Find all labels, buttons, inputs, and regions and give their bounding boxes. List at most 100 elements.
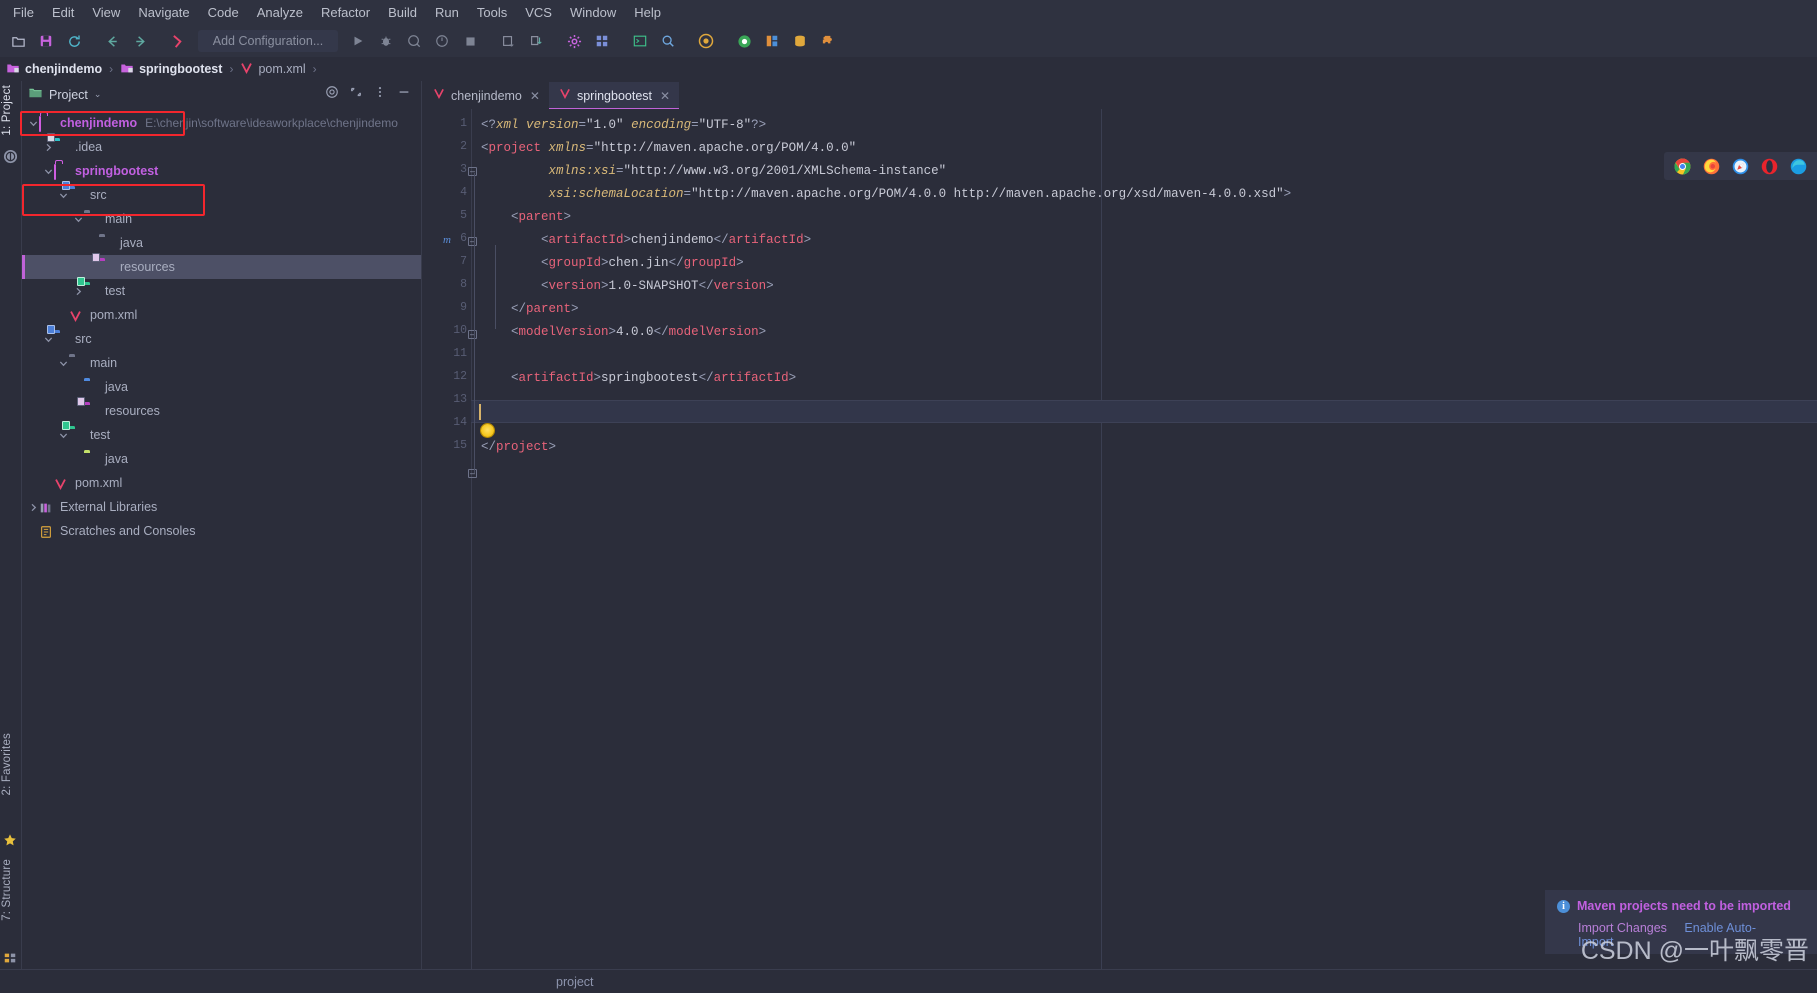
sidebar-item-structure[interactable]: 7: Structure [1, 859, 13, 921]
update-project-icon[interactable] [495, 28, 521, 54]
edge-icon[interactable] [1790, 158, 1807, 175]
editor-tab-chenjindemo[interactable]: chenjindemo ✕ [423, 82, 549, 109]
browser-chrome-toolbar-icon[interactable] [731, 28, 757, 54]
breadcrumb-item-springbootest[interactable]: springbootest [120, 61, 222, 78]
project-tree: chenjindemo E:\chenjin\software\ideaworkp… [22, 108, 421, 543]
tree-item-src[interactable]: src [22, 181, 421, 207]
tree-item-java[interactable]: java [22, 447, 421, 471]
chevron-right-icon[interactable] [43, 142, 54, 153]
close-icon[interactable]: ✕ [530, 89, 540, 103]
tree-item-chenjindemo[interactable]: chenjindemo E:\chenjin\software\ideaworkp… [22, 111, 421, 135]
chevron-down-icon[interactable] [58, 358, 69, 369]
open-project-icon[interactable] [5, 28, 31, 54]
chevron-down-icon[interactable] [28, 118, 39, 129]
chevron-down-icon[interactable] [73, 214, 84, 225]
chevron-down-icon[interactable] [58, 430, 69, 441]
tree-item-main[interactable]: main [22, 351, 421, 375]
chevron-right-icon[interactable] [28, 502, 39, 513]
tree-item-src[interactable]: src [22, 325, 421, 351]
settings-gear-icon[interactable] [561, 28, 587, 54]
menu-item-view[interactable]: View [83, 2, 129, 23]
plugins-icon[interactable] [815, 28, 841, 54]
tree-item--idea[interactable]: .idea [22, 133, 421, 159]
menu-item-navigate[interactable]: Navigate [129, 2, 198, 23]
back-arrow-icon[interactable] [99, 28, 125, 54]
breadcrumb-item-pom-xml[interactable]: pom.xml [240, 61, 306, 78]
project-structure-icon[interactable] [589, 28, 615, 54]
editor-tab-springbootest[interactable]: springbootest ✕ [548, 82, 680, 110]
tree-item-resources[interactable]: resources [22, 397, 421, 423]
maven-run-icon[interactable] [165, 28, 191, 54]
fold-marker-line5[interactable]: – [468, 237, 477, 246]
menu-item-vcs[interactable]: VCS [516, 2, 561, 23]
sidebar-item-project[interactable]: 1: Project [1, 85, 13, 136]
tree-item-springbootest[interactable]: springbootest [22, 159, 421, 183]
collapse-all-icon[interactable] [349, 85, 363, 104]
menu-item-run[interactable]: Run [426, 2, 468, 23]
chevron-down-icon[interactable]: ⌄ [94, 89, 102, 100]
layout-icon[interactable] [759, 28, 785, 54]
menu-item-code[interactable]: Code [199, 2, 248, 23]
tree-item-java[interactable]: java [22, 231, 421, 255]
tree-item-scratches-and-consoles[interactable]: Scratches and Consoles [22, 519, 421, 543]
close-icon[interactable]: ✕ [660, 89, 670, 103]
scroll-from-source-icon[interactable] [325, 85, 339, 104]
opera-icon[interactable] [1761, 158, 1778, 175]
maven-tool-icon[interactable] [3, 149, 19, 165]
tree-item-external-libraries[interactable]: External Libraries [22, 495, 421, 519]
run-icon[interactable] [345, 28, 371, 54]
maven-icon[interactable] [693, 28, 719, 54]
line-number: 2 [460, 140, 467, 153]
tree-item-java[interactable]: java [22, 375, 421, 399]
debug-icon[interactable] [373, 28, 399, 54]
hide-panel-icon[interactable] [397, 85, 411, 104]
menu-item-help[interactable]: Help [625, 2, 670, 23]
tree-item-main[interactable]: main [22, 207, 421, 231]
chevron-right-icon[interactable] [73, 286, 84, 297]
menu-item-refactor[interactable]: Refactor [312, 2, 379, 23]
run-with-coverage-icon[interactable] [401, 28, 427, 54]
menu-item-build[interactable]: Build [379, 2, 426, 23]
chevron-down-icon[interactable] [43, 334, 54, 345]
commit-icon[interactable] [523, 28, 549, 54]
stop-icon[interactable] [457, 28, 483, 54]
profiler-icon[interactable] [429, 28, 455, 54]
structure-icon[interactable] [3, 951, 19, 967]
menu-item-edit[interactable]: Edit [43, 2, 83, 23]
database-icon[interactable] [787, 28, 813, 54]
menu-item-analyze[interactable]: Analyze [248, 2, 312, 23]
favorites-star-icon[interactable] [3, 833, 19, 849]
editor-tab-label: chenjindemo [451, 88, 522, 103]
code-content[interactable]: <?xml version="1.0" encoding="UTF-8"?> <p… [481, 109, 1817, 973]
intention-bulb-icon[interactable] [481, 424, 494, 437]
forward-arrow-icon[interactable] [127, 28, 153, 54]
tree-item-pom-xml[interactable]: pom.xml [22, 303, 421, 327]
tree-item-label: resources [120, 260, 175, 274]
fold-marker-line15[interactable]: – [468, 469, 477, 478]
tree-item-pom-xml[interactable]: pom.xml [22, 471, 421, 495]
sync-icon[interactable] [61, 28, 87, 54]
menu-item-window[interactable]: Window [561, 2, 625, 23]
save-all-icon[interactable] [33, 28, 59, 54]
terminal-icon[interactable] [627, 28, 653, 54]
tree-item-test[interactable]: test [22, 421, 421, 447]
info-icon: i [1557, 899, 1570, 913]
tree-item-resources[interactable]: resources [22, 253, 421, 279]
menu-item-file[interactable]: File [4, 2, 43, 23]
sidebar-item-favorites[interactable]: 2: Favorites [1, 733, 13, 795]
test-folder-green-icon [84, 451, 100, 467]
tree-item-test[interactable]: test [22, 277, 421, 303]
chevron-down-icon[interactable] [58, 190, 69, 201]
firefox-icon[interactable] [1703, 158, 1720, 175]
fold-marker-line9[interactable]: – [468, 330, 477, 339]
search-everywhere-icon[interactable] [655, 28, 681, 54]
breadcrumb-item-chenjindemo[interactable]: chenjindemo [6, 61, 102, 78]
chevron-down-icon[interactable] [43, 166, 54, 177]
chrome-icon[interactable] [1674, 158, 1691, 175]
menu-item-tools[interactable]: Tools [468, 2, 516, 23]
code-editor[interactable]: 1 2 3 4 5 6 7 8 9 10 11 12 13 14 15 <?xml version="1.0… [423, 109, 1817, 973]
safari-icon[interactable] [1732, 158, 1749, 175]
run-configuration-selector[interactable]: Add Configuration... [198, 30, 338, 52]
fold-marker-line2[interactable]: – [468, 167, 477, 176]
more-options-icon[interactable] [373, 85, 387, 104]
